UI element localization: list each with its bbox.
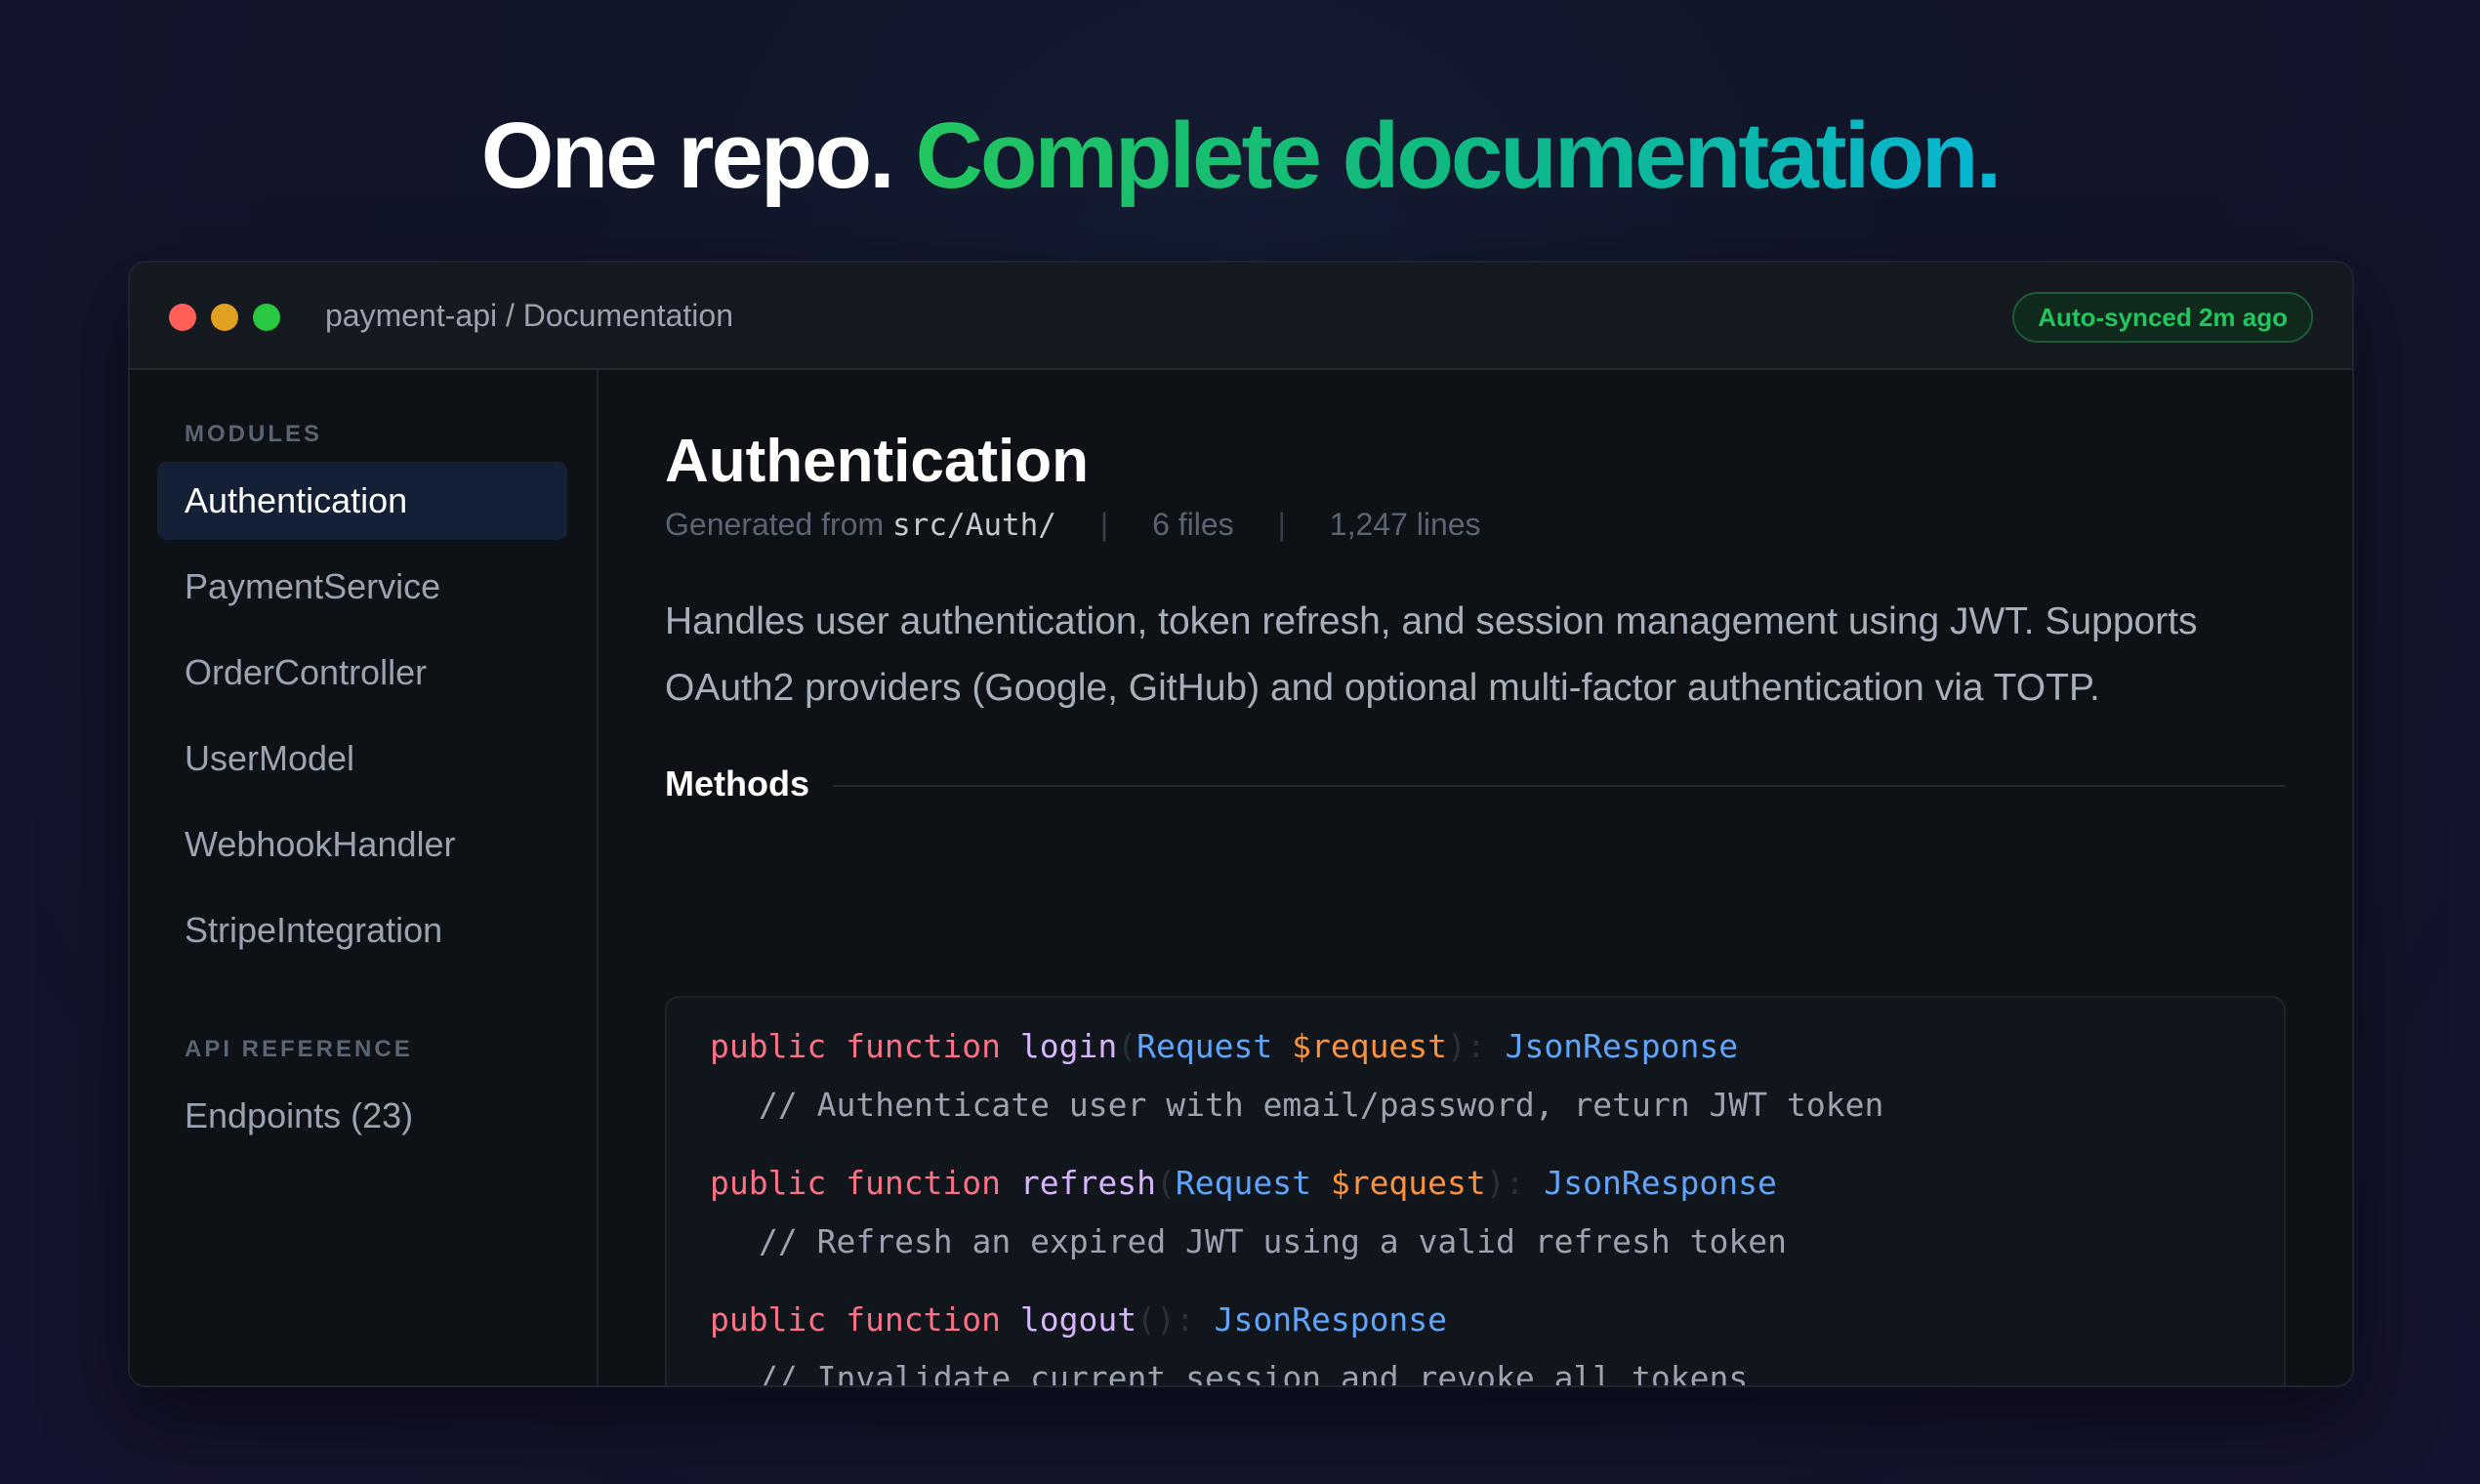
- sidebar-item-authentication[interactable]: Authentication: [157, 462, 567, 540]
- keyword-function: function: [846, 1027, 1002, 1065]
- minimize-window-button[interactable]: [211, 304, 238, 331]
- method-name-refresh: refresh: [1019, 1164, 1156, 1202]
- method-signature-login: public function login(Request $request):…: [710, 1023, 1738, 1070]
- source-path: src/Auth/: [892, 508, 1056, 543]
- sync-status-badge: Auto-synced 2m ago: [2012, 292, 2313, 343]
- method-name-login: login: [1019, 1027, 1118, 1065]
- method-name-logout: logout: [1019, 1300, 1137, 1339]
- keyword-function: function: [846, 1164, 1002, 1202]
- method-comment-refresh: // Refresh an expired JWT using a valid …: [759, 1222, 1787, 1260]
- meta-separator: |: [1277, 507, 1286, 542]
- sidebar-item-webhookhandler[interactable]: WebhookHandler: [157, 805, 567, 884]
- app-window: payment-api / Documentation Auto-synced …: [128, 261, 2354, 1387]
- keyword-function: function: [846, 1300, 1002, 1339]
- param-type: Request: [1137, 1027, 1273, 1065]
- sidebar-item-endpoints[interactable]: Endpoints (23): [157, 1077, 567, 1155]
- keyword-public: public: [710, 1027, 827, 1065]
- param-type: Request: [1175, 1164, 1311, 1202]
- sidebar-section-api-reference: API REFERENCE: [185, 1036, 413, 1062]
- hero-headline: One repo. Complete documentation.: [0, 98, 2480, 215]
- open-paren: (: [1117, 1027, 1137, 1065]
- sidebar-item-stripeintegration[interactable]: StripeIntegration: [157, 891, 567, 969]
- module-meta: Generated from src/Auth/ | 6 files | 1,2…: [665, 503, 1481, 547]
- keyword-public: public: [710, 1164, 827, 1202]
- open-paren: (: [1156, 1164, 1176, 1202]
- close-paren: ):: [1447, 1027, 1486, 1065]
- return-type: JsonResponse: [1214, 1300, 1448, 1339]
- methods-divider: [833, 785, 2286, 787]
- method-signature-refresh: public function refresh(Request $request…: [710, 1160, 1777, 1207]
- sidebar-item-paymentservice[interactable]: PaymentService: [157, 548, 567, 626]
- page-title: Authentication: [665, 428, 1089, 495]
- param-variable: $request: [1292, 1027, 1448, 1065]
- close-window-button[interactable]: [169, 304, 196, 331]
- headline-plain: One repo.: [480, 103, 895, 208]
- generated-prefix: Generated from: [665, 507, 885, 542]
- meta-separator: |: [1099, 507, 1109, 542]
- sidebar-section-modules: MODULES: [185, 421, 322, 447]
- headline-accent: Complete documentation.: [915, 103, 2003, 208]
- maximize-window-button[interactable]: [253, 304, 280, 331]
- return-type: JsonResponse: [1505, 1027, 1739, 1065]
- close-paren: ():: [1137, 1300, 1195, 1339]
- method-comment-logout: // Invalidate current session and revoke…: [759, 1359, 1749, 1387]
- methods-heading: Methods: [665, 763, 809, 804]
- method-signature-logout: public function logout(): JsonResponse: [710, 1297, 1447, 1343]
- method-comment-login: // Authenticate user with email/password…: [759, 1086, 1884, 1124]
- sidebar-item-ordercontroller[interactable]: OrderController: [157, 634, 567, 712]
- sidebar: MODULES Authentication PaymentService Or…: [130, 370, 599, 1385]
- close-paren: ):: [1485, 1164, 1525, 1202]
- keyword-public: public: [710, 1300, 827, 1339]
- param-variable: $request: [1330, 1164, 1486, 1202]
- return-type: JsonResponse: [1544, 1164, 1777, 1202]
- methods-code-block: public function login(Request $request):…: [665, 996, 2286, 1387]
- module-description: Handles user authentication, token refre…: [665, 600, 2198, 709]
- window-titlebar: payment-api / Documentation Auto-synced …: [130, 263, 2352, 370]
- window-title: payment-api / Documentation: [325, 298, 733, 333]
- line-count: 1,247 lines: [1329, 507, 1481, 542]
- file-count: 6 files: [1152, 507, 1234, 542]
- sidebar-item-usermodel[interactable]: UserModel: [157, 720, 567, 798]
